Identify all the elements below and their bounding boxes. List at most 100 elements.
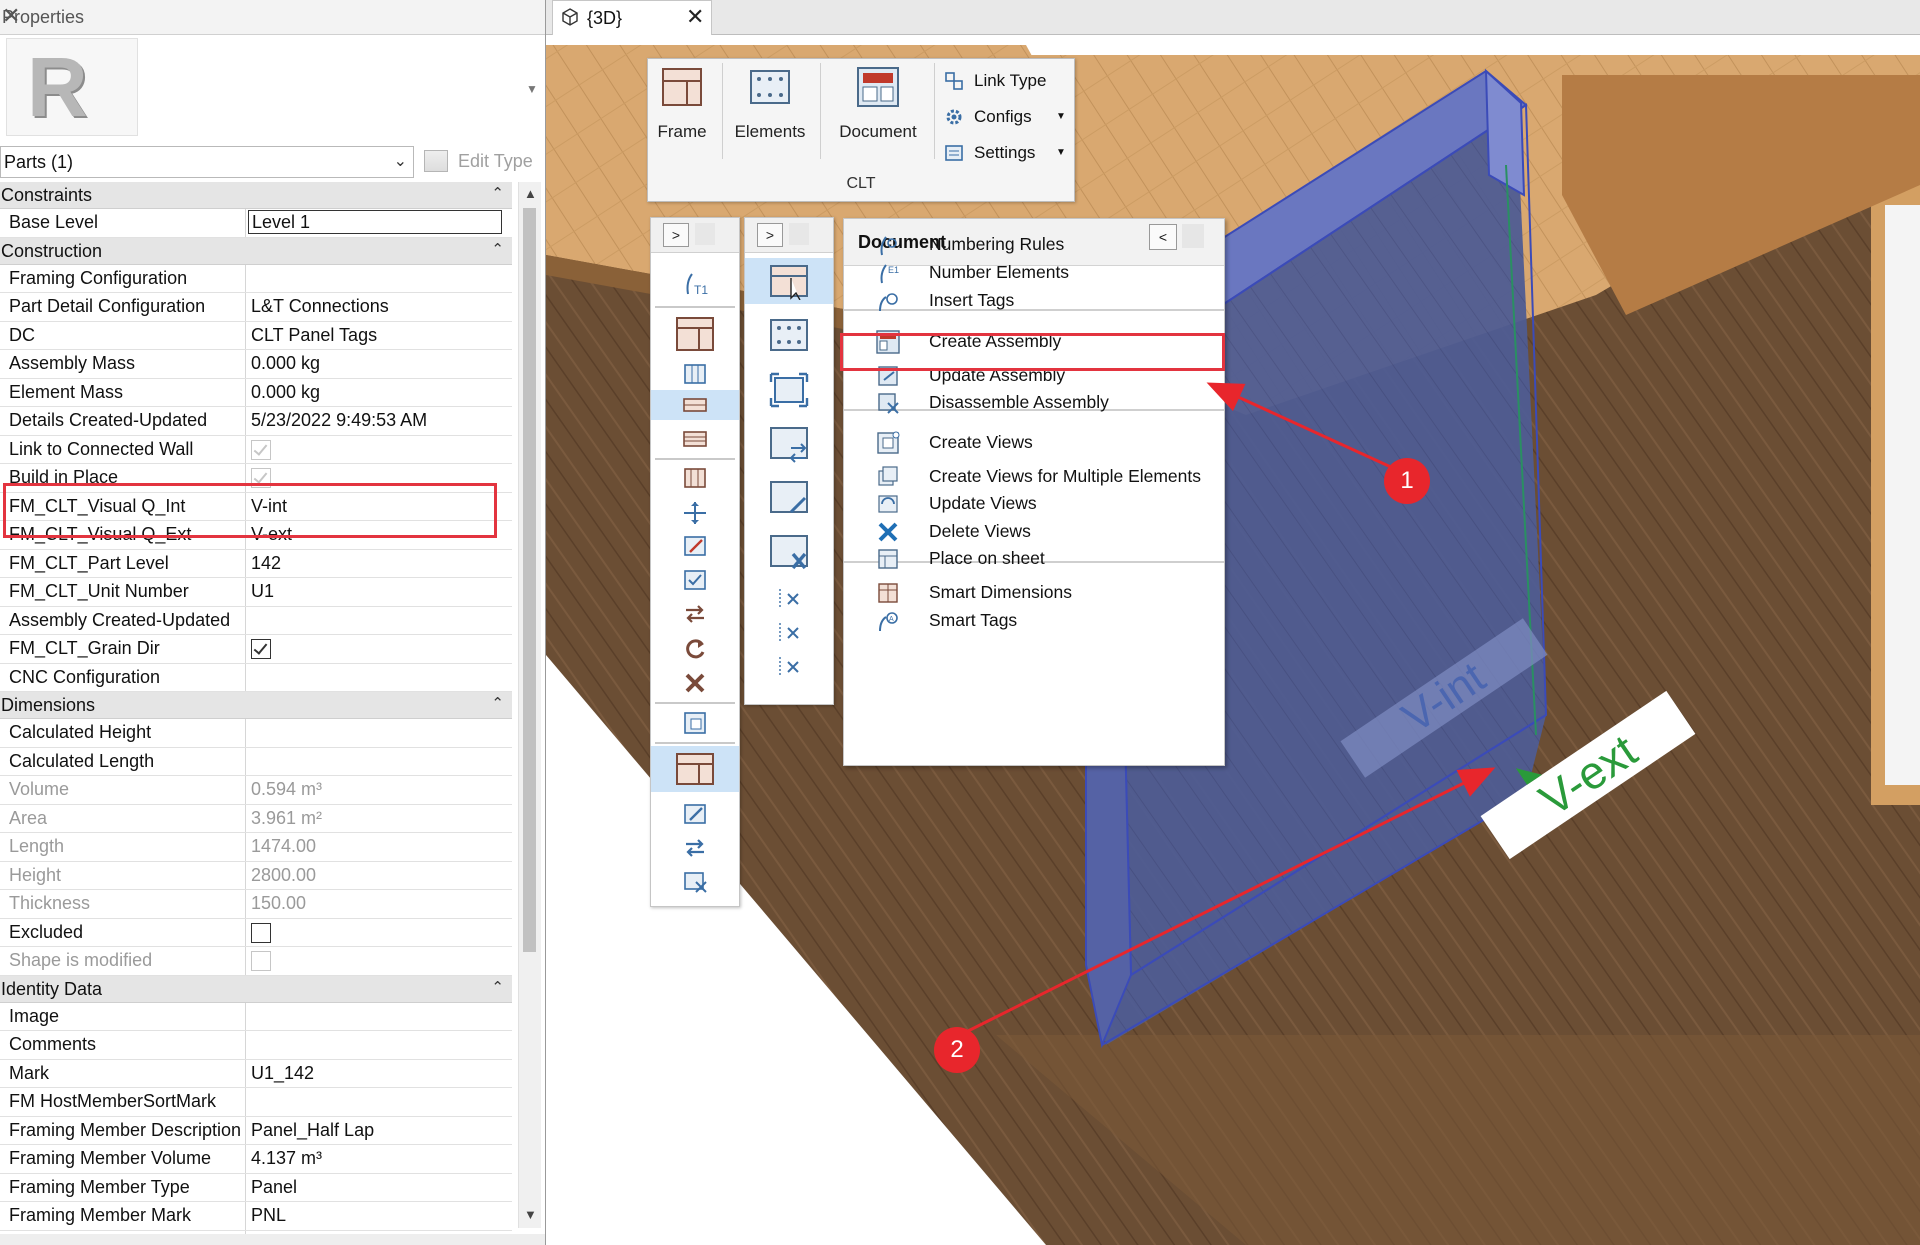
category-selector[interactable]: Parts (1) ⌄ (0, 146, 414, 178)
document-button[interactable]: Document (826, 65, 930, 142)
property-row[interactable]: Length 1474.00 (0, 833, 512, 862)
chevron-down-icon[interactable]: ⌄ (394, 151, 407, 171)
property-row[interactable]: DC CLT Panel Tags (0, 321, 512, 350)
property-value[interactable]: 0.000 kg (248, 379, 502, 407)
menu-item-create-views-multiple[interactable]: Create Views for Multiple Elements (844, 461, 1224, 491)
elements-tool-grid-icon[interactable] (767, 316, 811, 354)
property-value[interactable]: 0.000 kg (248, 350, 502, 378)
properties-scrollbar[interactable]: ▲ ▼ (518, 182, 541, 1228)
property-row[interactable]: Details Created-Updated 5/23/2022 9:49:53… (0, 407, 512, 436)
property-value[interactable] (248, 436, 502, 464)
dropdown-arrow-icon[interactable]: ▼ (1056, 103, 1066, 131)
frame-button[interactable]: Frame (652, 65, 712, 142)
property-row[interactable]: Link to Connected Wall (0, 435, 512, 464)
property-row[interactable]: Thickness 150.00 (0, 890, 512, 919)
scroll-down-icon[interactable]: ▼ (524, 1207, 537, 1222)
property-row[interactable]: Assembly Created-Updated (0, 606, 512, 635)
menu-item-insert-tags[interactable]: Insert Tags (844, 285, 1224, 315)
property-value[interactable]: PNL (248, 1202, 502, 1230)
elements-tool-delete-icon[interactable] (767, 532, 811, 572)
menu-item-delete-views[interactable]: Delete Views (844, 516, 1224, 546)
property-row[interactable]: Area 3.961 m² (0, 804, 512, 833)
property-value[interactable]: Panel (248, 1174, 502, 1202)
property-value[interactable]: U1 (248, 578, 502, 606)
property-value[interactable]: 142 (248, 550, 502, 578)
property-row[interactable]: Framing Configuration (0, 264, 512, 293)
frame-tool-edit-icon[interactable] (682, 534, 708, 558)
dropdown-arrow-icon[interactable]: ▼ (1056, 139, 1066, 167)
property-value[interactable]: U1_142 (248, 1060, 502, 1088)
property-row[interactable]: Base Level Level 1 (0, 209, 512, 238)
property-row[interactable]: Excluded (0, 918, 512, 947)
property-value[interactable]: Level 1 (248, 210, 502, 234)
property-row[interactable]: FM_CLT_Unit Number U1 (0, 578, 512, 607)
collapse-group-icon[interactable]: ⌃ (491, 694, 504, 712)
expand-arrow-icon[interactable]: > (757, 223, 783, 247)
property-row[interactable]: Image (0, 1002, 512, 1031)
menu-item-update-views[interactable]: Update Views (844, 488, 1224, 518)
property-value[interactable]: 5/23/2022 9:49:53 AM (248, 407, 502, 435)
pin-icon[interactable] (695, 223, 715, 245)
frame-tool-roof-icon[interactable] (682, 428, 708, 450)
frame-tool-swap2-icon[interactable] (682, 836, 708, 860)
elements-tool-remove3-icon[interactable] (776, 654, 802, 678)
property-row[interactable]: Framing Member Volume 4.137 m³ (0, 1145, 512, 1174)
pin-icon[interactable] (789, 223, 809, 245)
collapse-group-icon[interactable]: ⌃ (491, 184, 504, 202)
property-value[interactable] (248, 664, 502, 692)
property-row[interactable]: Assembly Mass 0.000 kg (0, 350, 512, 379)
expand-arrow-icon[interactable]: > (663, 223, 689, 247)
frame-tool-refresh-icon[interactable] (682, 636, 708, 662)
property-row[interactable]: Shape is modified (0, 947, 512, 976)
property-value[interactable] (248, 607, 502, 635)
property-row[interactable]: Calculated Height (0, 719, 512, 748)
menu-item-create-views[interactable]: Create Views (844, 427, 1224, 457)
close-properties-icon[interactable]: ✕ (2, 6, 537, 28)
property-row[interactable]: FM_CLT_Part Level 142 (0, 549, 512, 578)
frame-tool-delete-icon[interactable] (682, 670, 708, 696)
property-value[interactable] (248, 719, 502, 747)
frame-tool-opening-icon[interactable] (682, 710, 708, 736)
edit-type-button[interactable]: Edit Type (424, 148, 542, 176)
collapse-group-icon[interactable]: ⌃ (491, 978, 504, 996)
menu-item-place-on-sheet[interactable]: Place on sheet (844, 543, 1224, 573)
type-selector-arrow-icon[interactable]: ▼ (526, 82, 538, 96)
property-row[interactable]: Calculated Length (0, 747, 512, 776)
menu-item-numbering-rules[interactable]: Numbering Rules (844, 229, 1224, 259)
property-group-header[interactable]: Dimensions ⌃ (0, 692, 512, 719)
frame-tool-remove-icon[interactable] (682, 870, 708, 894)
property-row[interactable]: Mark U1_142 (0, 1059, 512, 1088)
property-row[interactable]: CNC Configuration (0, 663, 512, 692)
property-row[interactable]: Element Mass 0.000 kg (0, 378, 512, 407)
frame-tool-check-icon[interactable] (682, 568, 708, 592)
property-row[interactable]: Part Detail Configuration L&T Connections (0, 293, 512, 322)
elements-tool-remove2-icon[interactable] (776, 620, 802, 644)
scroll-up-icon[interactable]: ▲ (524, 186, 537, 201)
property-group-header[interactable]: Construction ⌃ (0, 237, 512, 265)
elements-button[interactable]: Elements (728, 65, 812, 142)
property-row[interactable]: Framing Member Type Panel (0, 1173, 512, 1202)
elements-tool-edit-icon[interactable] (767, 478, 811, 518)
property-row[interactable]: Comments (0, 1031, 512, 1060)
menu-item-disassemble-assembly[interactable]: Disassemble Assembly (844, 387, 1224, 417)
scrollbar-thumb[interactable] (523, 208, 536, 952)
property-value[interactable] (248, 1088, 502, 1116)
elements-tool-select-icon[interactable] (767, 262, 811, 300)
property-value[interactable]: L&T Connections (248, 293, 502, 321)
frame-tool-swap-icon[interactable] (682, 602, 708, 626)
frame-tool-floor-icon[interactable] (682, 394, 708, 416)
property-group-header[interactable]: Constraints ⌃ (0, 182, 512, 209)
property-row[interactable]: Framing Member Mark PNL (0, 1202, 512, 1231)
frame-tool-grid-icon[interactable] (682, 466, 708, 490)
property-row[interactable]: FM HostMemberSortMark (0, 1088, 512, 1117)
tab-3d-view[interactable]: {3D} ✕ (552, 0, 712, 35)
property-checkbox[interactable] (251, 639, 271, 659)
property-row[interactable]: Framing Member Description Panel_Half Lap (0, 1116, 512, 1145)
property-group-header[interactable]: Identity Data ⌃ (0, 975, 512, 1003)
property-value[interactable] (248, 919, 502, 947)
frame-tool-t1-icon[interactable]: T1 (680, 268, 710, 298)
property-value[interactable] (248, 265, 502, 293)
property-value[interactable]: CLT Panel Tags (248, 322, 502, 350)
property-value[interactable] (248, 635, 502, 663)
frame-tool-panel-icon[interactable] (673, 314, 717, 354)
